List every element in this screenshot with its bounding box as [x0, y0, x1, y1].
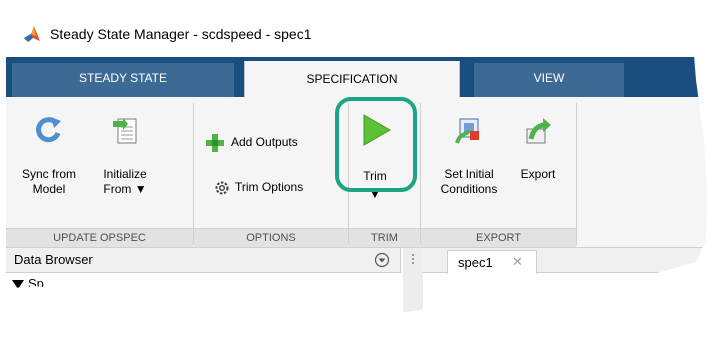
section-label-trim: TRIM [349, 228, 420, 247]
ribbon: Sync from Model Initialize From ▼ Add Ou… [6, 97, 707, 248]
tree-item-label: Sp [28, 276, 44, 291]
ribbon-divider [193, 103, 194, 245]
sync-label-line1: Sync from [21, 167, 76, 181]
matlab-logo-icon [24, 26, 40, 42]
set-initial-conditions-button[interactable]: Set Initial Conditions [434, 115, 504, 197]
set-initial-label-line2: Conditions [440, 182, 498, 196]
trim-options-label: Trim Options [235, 180, 304, 194]
tree-row[interactable]: Sp [6, 273, 400, 295]
document-tab-strip: spec1 ✕ [423, 248, 707, 274]
initialize-label-line2: From ▼ [103, 182, 147, 196]
sync-label-line2: Model [32, 182, 66, 196]
workspace: Data Browser Sp spec1 ✕ Filter Element [6, 248, 707, 327]
document-import-icon [113, 118, 137, 144]
sync-icon [36, 117, 61, 143]
initialize-from-button[interactable]: Initialize From ▼ [92, 115, 158, 197]
tab-steady-state[interactable]: STEADY STATE [12, 63, 234, 97]
tab-view[interactable]: VIEW [474, 63, 624, 97]
spec1-tab-label: spec1 [458, 255, 493, 270]
add-outputs-button[interactable]: Add Outputs [204, 131, 298, 153]
trim-options-button[interactable]: Trim Options [214, 176, 303, 198]
tab-specification[interactable]: SPECIFICATION [244, 61, 460, 97]
sync-from-model-button[interactable]: Sync from Model [16, 115, 82, 197]
close-icon[interactable]: ✕ [512, 254, 523, 270]
data-browser-title: Data Browser [14, 252, 93, 267]
set-initial-conditions-icon [455, 118, 479, 144]
panel-resize-handle[interactable] [403, 248, 423, 327]
add-outputs-label: Add Outputs [231, 135, 298, 149]
title-bar: Steady State Manager - scdspeed - spec1 [6, 0, 707, 57]
expand-arrow-icon[interactable] [12, 280, 24, 290]
ribbon-tab-strip: STEADY STATE SPECIFICATION VIEW [6, 57, 707, 97]
add-outputs-icon [206, 133, 224, 152]
gear-icon [215, 181, 229, 195]
initialize-label-line1: Initialize [103, 167, 147, 181]
app-window: Steady State Manager - scdspeed - spec1 … [6, 0, 707, 327]
export-label: Export [520, 167, 556, 181]
ribbon-divider [420, 103, 421, 245]
collapse-menu-icon[interactable] [374, 252, 390, 268]
section-label-export: EXPORT [421, 228, 576, 247]
data-browser-header: Data Browser [6, 248, 401, 273]
trim-highlight-ring [335, 97, 417, 192]
filter-elements-input[interactable]: Filter Element [443, 322, 623, 327]
tab-spec1[interactable]: spec1 ✕ [447, 250, 537, 274]
section-label-options: OPTIONS [194, 228, 348, 247]
section-label-update-opspec: UPDATE OPSPEC [6, 228, 193, 247]
export-icon [526, 118, 551, 144]
set-initial-label-line1: Set Initial [444, 167, 494, 181]
window-title: Steady State Manager - scdspeed - spec1 [50, 26, 312, 42]
export-button[interactable]: Export [510, 115, 566, 182]
ribbon-divider [576, 103, 577, 245]
